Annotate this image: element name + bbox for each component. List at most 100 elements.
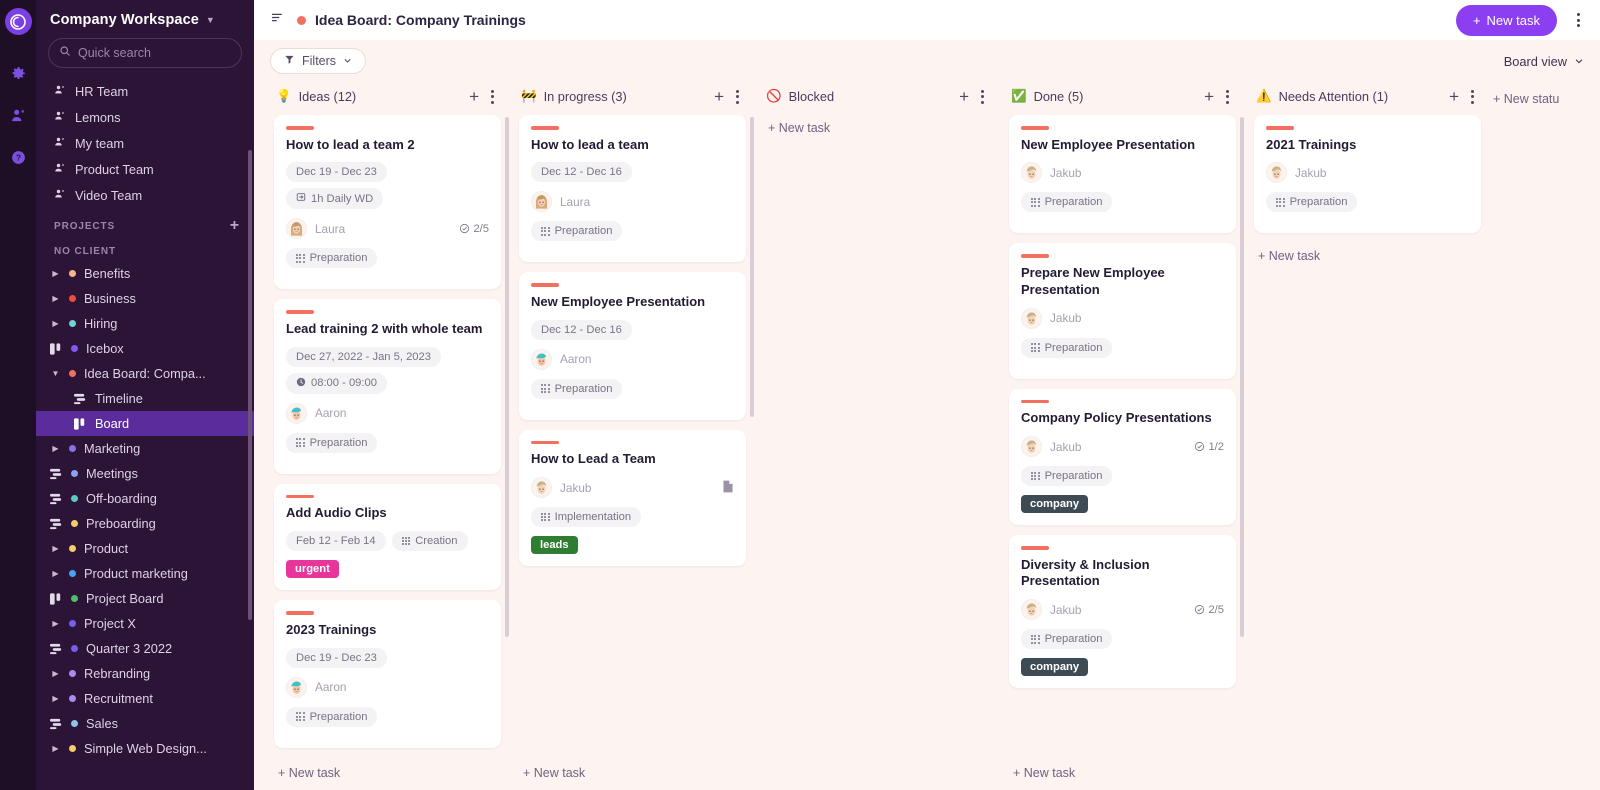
card-stage-chip[interactable]: Preparation <box>1021 629 1113 650</box>
card-tag[interactable]: company <box>1021 495 1089 514</box>
card-stage-chip[interactable]: Preparation <box>1021 466 1113 487</box>
sidebar-item-simple-web-design[interactable]: ▶ Simple Web Design... <box>36 736 254 761</box>
column-new-task-link[interactable]: + New task <box>1254 243 1481 273</box>
card-chip[interactable]: 1h Daily WD <box>286 188 384 210</box>
card-chip[interactable]: Dec 27, 2022 - Jan 5, 2023 <box>286 346 441 367</box>
chevron-right-icon[interactable]: ▶ <box>50 569 61 578</box>
sidebar-item-idea-board-compa[interactable]: ▼ Idea Board: Compa... <box>36 361 254 386</box>
quick-search-box[interactable] <box>48 38 242 68</box>
task-card[interactable]: Company Policy Presentations Jakub 1/2 Prep… <box>1009 388 1236 526</box>
column-scrollbar[interactable] <box>750 117 754 417</box>
new-status-link[interactable]: + New statu <box>1491 82 1561 790</box>
sidebar-item-business[interactable]: ▶ Business <box>36 286 254 311</box>
chevron-right-icon[interactable]: ▶ <box>50 544 61 553</box>
sidebar-team-video-team[interactable]: Video Team <box>36 182 254 208</box>
avatar[interactable] <box>531 477 552 499</box>
card-chip[interactable]: Dec 12 - Dec 16 <box>531 162 632 183</box>
card-stage-chip[interactable]: Preparation <box>531 378 623 399</box>
task-card[interactable]: 2023 Trainings Dec 19 - Dec 23 Aaron Prepar… <box>274 600 501 748</box>
task-card[interactable]: How to lead a team Dec 12 - Dec 16 Laura Pr… <box>519 115 746 263</box>
avatar[interactable] <box>286 218 307 240</box>
board-view-selector[interactable]: Board view <box>1504 54 1584 69</box>
task-card[interactable]: Lead training 2 with whole team Dec 27, 2… <box>274 299 501 474</box>
sidebar-item-marketing[interactable]: ▶ Marketing <box>36 436 254 461</box>
avatar[interactable] <box>1021 436 1042 458</box>
sidebar-team-hr-team[interactable]: HR Team <box>36 78 254 104</box>
sidebar-team-my-team[interactable]: My team <box>36 130 254 156</box>
sidebar-team-product-team[interactable]: Product Team <box>36 156 254 182</box>
add-project-icon[interactable]: + <box>230 218 240 234</box>
chevron-right-icon[interactable]: ▶ <box>50 294 61 303</box>
document-icon[interactable] <box>722 480 734 496</box>
app-logo[interactable] <box>4 8 32 35</box>
task-card[interactable]: New Employee Presentation Dec 12 - Dec 16… <box>519 272 746 420</box>
card-chip[interactable]: Creation <box>391 531 468 552</box>
column-menu-icon[interactable] <box>1466 87 1479 107</box>
avatar[interactable] <box>286 402 307 424</box>
card-chip[interactable]: Feb 12 - Feb 14 <box>286 531 386 552</box>
column-add-task-icon[interactable]: + <box>956 88 972 105</box>
chevron-down-icon[interactable]: ▼ <box>50 369 61 378</box>
sidebar-item-quarter-3-2022[interactable]: Quarter 3 2022 <box>36 636 254 661</box>
sidebar-item-rebranding[interactable]: ▶ Rebranding <box>36 661 254 686</box>
chevron-right-icon[interactable]: ▶ <box>50 619 61 628</box>
help-icon[interactable]: ? <box>8 147 28 167</box>
sidebar-item-recruitment[interactable]: ▶ Recruitment <box>36 686 254 711</box>
column-menu-icon[interactable] <box>486 87 499 107</box>
sidebar-item-project-board[interactable]: Project Board <box>36 586 254 611</box>
sidebar-item-project-x[interactable]: ▶ Project X <box>36 611 254 636</box>
task-card[interactable]: Diversity & Inclusion Presentation Jakub 2… <box>1009 535 1236 689</box>
card-stage-chip[interactable]: Preparation <box>1266 192 1358 213</box>
card-chip[interactable]: Dec 19 - Dec 23 <box>286 647 387 668</box>
sidebar-item-off-boarding[interactable]: Off-boarding <box>36 486 254 511</box>
sidebar-item-hiring[interactable]: ▶ Hiring <box>36 311 254 336</box>
workspace-switcher[interactable]: Company Workspace ▼ <box>36 0 254 38</box>
card-chip[interactable]: Dec 19 - Dec 23 <box>286 162 387 183</box>
column-new-task-link[interactable]: + New task <box>1009 760 1209 790</box>
column-new-task-link[interactable]: + New task <box>274 760 474 790</box>
gear-icon[interactable] <box>8 63 28 83</box>
card-stage-chip[interactable]: Implementation <box>531 507 642 528</box>
avatar[interactable] <box>1266 162 1287 184</box>
new-task-button[interactable]: + New task <box>1455 4 1557 36</box>
sidebar-item-sales[interactable]: Sales <box>36 711 254 736</box>
card-stage-chip[interactable]: Preparation <box>286 248 378 269</box>
sidebar-item-preboarding[interactable]: Preboarding <box>36 511 254 536</box>
chevron-right-icon[interactable]: ▶ <box>50 269 61 278</box>
avatar[interactable] <box>531 348 552 370</box>
avatar[interactable] <box>286 676 307 698</box>
avatar[interactable] <box>531 191 552 213</box>
column-add-task-icon[interactable]: + <box>1446 88 1462 105</box>
task-card[interactable]: New Employee Presentation Jakub Preparatio… <box>1009 115 1236 234</box>
task-card[interactable]: How to lead a team 2 Dec 19 - Dec 23 1h Da… <box>274 115 501 290</box>
card-tag[interactable]: urgent <box>286 560 339 579</box>
sidebar-item-board[interactable]: Board <box>36 411 254 436</box>
card-stage-chip[interactable]: Preparation <box>531 221 623 242</box>
sidebar-team-lemons[interactable]: Lemons <box>36 104 254 130</box>
card-tag[interactable]: leads <box>531 536 578 555</box>
avatar[interactable] <box>1021 162 1042 184</box>
task-card[interactable]: How to Lead a Team Jakub Implementation lea… <box>519 429 746 567</box>
sort-icon[interactable] <box>270 10 285 30</box>
task-card[interactable]: Prepare New Employee Presentation Jakub Pr… <box>1009 243 1236 379</box>
card-chip[interactable]: 08:00 - 09:00 <box>286 372 387 394</box>
card-stage-chip[interactable]: Preparation <box>1021 337 1113 358</box>
sidebar-item-icebox[interactable]: Icebox <box>36 336 254 361</box>
task-card[interactable]: 2021 Trainings Jakub Preparation <box>1254 115 1481 234</box>
avatar[interactable] <box>1021 307 1042 329</box>
sidebar-item-product-marketing[interactable]: ▶ Product marketing <box>36 561 254 586</box>
card-stage-chip[interactable]: Preparation <box>286 432 378 453</box>
column-scrollbar[interactable] <box>505 117 509 637</box>
column-menu-icon[interactable] <box>976 87 989 107</box>
column-menu-icon[interactable] <box>731 87 744 107</box>
chevron-right-icon[interactable]: ▶ <box>50 694 61 703</box>
sidebar-item-product[interactable]: ▶ Product <box>36 536 254 561</box>
card-tag[interactable]: company <box>1021 658 1089 677</box>
search-input[interactable] <box>78 46 231 60</box>
add-user-icon[interactable] <box>8 105 28 125</box>
column-new-task-link[interactable]: + New task <box>764 115 991 145</box>
column-menu-icon[interactable] <box>1221 87 1234 107</box>
column-scrollbar[interactable] <box>1240 117 1244 637</box>
chevron-right-icon[interactable]: ▶ <box>50 669 61 678</box>
kebab-menu-icon[interactable] <box>1569 7 1588 33</box>
